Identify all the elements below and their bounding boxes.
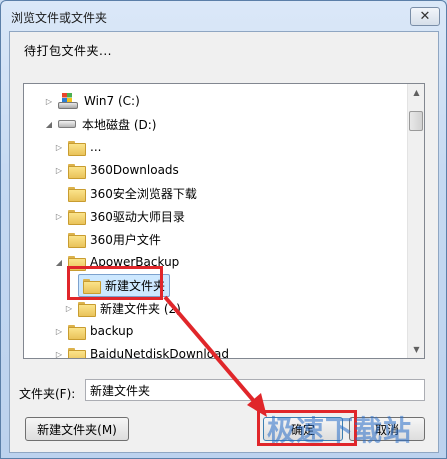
tree-item-backup[interactable]: ▷ backup xyxy=(54,320,424,342)
prompt-text: 待打包文件夹... xyxy=(24,44,112,58)
tree-item-new-folder-selected[interactable]: 新建文件夹 xyxy=(64,273,424,297)
tree-item-360-user-files[interactable]: 360用户文件 xyxy=(54,228,424,250)
close-button[interactable]: ✕ xyxy=(410,7,440,26)
tree-item-label: 本地磁盘 (D:) xyxy=(82,117,157,132)
tree-item-label: 360用户文件 xyxy=(90,232,161,247)
scroll-thumb[interactable] xyxy=(409,111,423,131)
tree-item-label: 新建文件夹 xyxy=(105,278,166,293)
folder-icon xyxy=(68,255,86,271)
expand-arrow-icon[interactable]: ▷ xyxy=(54,349,64,359)
tree-item-label: Win7 (C:) xyxy=(84,94,140,108)
tree-item-win7-drive[interactable]: ▷ Win7 (C:) xyxy=(44,90,424,112)
folder-icon xyxy=(68,232,86,248)
dialog-title: 浏览文件或文件夹 xyxy=(11,11,108,25)
expand-arrow-icon[interactable]: ▷ xyxy=(64,303,74,313)
vertical-scrollbar[interactable]: ▲ ▼ xyxy=(407,84,424,358)
tree-item-label: 360驱动大师目录 xyxy=(90,209,185,224)
folder-icon xyxy=(68,186,86,202)
tree-item-label: 新建文件夹 (2) xyxy=(100,301,181,316)
expand-arrow-icon[interactable]: ▷ xyxy=(44,96,54,106)
tree-item-local-disk-d[interactable]: ◢ 本地磁盘 (D:) xyxy=(44,113,424,135)
folder-name-input[interactable] xyxy=(85,379,425,401)
browse-folder-dialog: 浏览文件或文件夹 ✕ 待打包文件夹... ▷ Win7 (C:) ◢ 本地磁盘 … xyxy=(0,0,447,459)
tree-item-360-browser-downloads[interactable]: 360安全浏览器下载 xyxy=(54,182,424,204)
tree-item-label: ... xyxy=(90,140,102,154)
expand-arrow-icon[interactable]: ▷ xyxy=(54,326,64,336)
scroll-up-icon[interactable]: ▲ xyxy=(408,84,424,101)
folder-icon xyxy=(83,278,101,294)
tree-item-360-driver-master[interactable]: ▷ 360驱动大师目录 xyxy=(54,205,424,227)
tree-item-label: ApowerBackup xyxy=(90,255,180,269)
folder-icon xyxy=(68,324,86,340)
tree-item-apowerbackup[interactable]: ◢ ApowerBackup xyxy=(54,251,424,273)
folder-icon xyxy=(68,209,86,225)
selection-highlight[interactable]: 新建文件夹 xyxy=(78,273,171,297)
collapse-arrow-icon[interactable]: ◢ xyxy=(44,119,54,129)
scroll-down-icon[interactable]: ▼ xyxy=(408,341,424,358)
tree-item-baidunetdiskdownload[interactable]: ▷ BaiduNetdiskDownload xyxy=(54,343,424,359)
folder-icon xyxy=(68,140,86,156)
tree-item-folder[interactable]: ▷ ... xyxy=(54,136,424,158)
folder-tree[interactable]: ▷ Win7 (C:) ◢ 本地磁盘 (D:) ▷ ... ▷ 360Downl… xyxy=(23,83,425,359)
expand-arrow-icon[interactable]: ▷ xyxy=(54,165,64,175)
tree-item-new-folder-2[interactable]: ▷ 新建文件夹 (2) xyxy=(64,297,424,319)
tree-item-label: 360安全浏览器下载 xyxy=(90,186,197,201)
drive-icon xyxy=(58,120,76,128)
tree-item-360downloads[interactable]: ▷ 360Downloads xyxy=(54,159,424,181)
folder-field-label: 文件夹(F): xyxy=(19,387,76,401)
windows-drive-icon xyxy=(58,93,78,109)
tree-item-label: backup xyxy=(90,324,134,338)
close-icon: ✕ xyxy=(419,9,431,24)
title-bar[interactable]: 浏览文件或文件夹 ✕ xyxy=(1,1,446,31)
new-folder-button[interactable]: 新建文件夹(M) xyxy=(25,417,129,441)
tree-item-label: 360Downloads xyxy=(90,163,179,177)
expand-arrow-icon[interactable]: ▷ xyxy=(54,211,64,221)
folder-icon xyxy=(68,163,86,179)
collapse-arrow-icon[interactable]: ◢ xyxy=(54,257,64,267)
folder-icon xyxy=(78,301,96,317)
tree-item-label: BaiduNetdiskDownload xyxy=(90,347,230,359)
expand-arrow-icon[interactable]: ▷ xyxy=(54,142,64,152)
folder-icon xyxy=(68,347,86,358)
watermark-text: 极速下载站 xyxy=(267,414,413,447)
